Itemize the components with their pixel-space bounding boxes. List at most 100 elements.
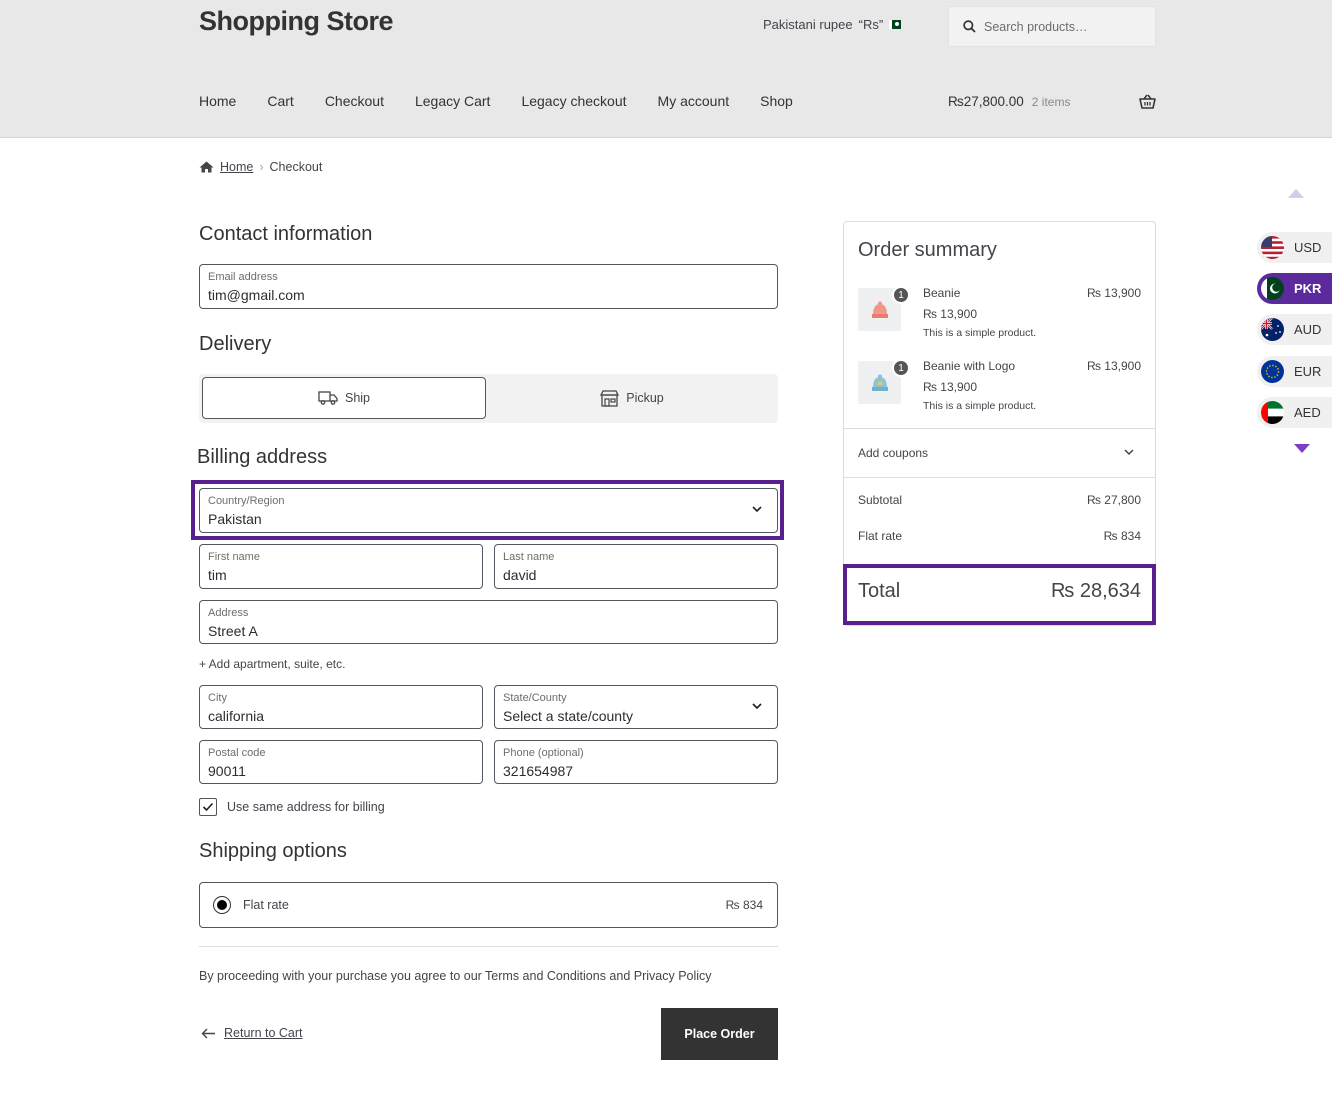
add-coupons-toggle[interactable]: Add coupons [858, 446, 1141, 460]
product-thumbnail: 1 [858, 286, 910, 331]
nav-my-account[interactable]: My account [658, 93, 730, 109]
same-address-checkbox[interactable] [199, 798, 217, 816]
site-title[interactable]: Shopping Store [199, 6, 393, 37]
item-name: Beanie with Logo [923, 359, 1016, 373]
breadcrumb-separator: › [259, 160, 264, 174]
add-apartment-link[interactable]: + Add apartment, suite, etc. [199, 657, 345, 671]
city-label: City [208, 692, 227, 704]
pakistan-flag-icon [889, 20, 902, 29]
currency-usd[interactable]: USD [1257, 232, 1332, 263]
last-name-value[interactable]: david [503, 565, 768, 585]
beanie-icon [871, 301, 888, 318]
contact-heading: Contact information [199, 223, 373, 245]
item-description: This is a simple product. [923, 327, 1037, 339]
same-address-label[interactable]: Use same address for billing [227, 800, 385, 814]
checkmark-icon [202, 802, 214, 812]
cart-count: 2 items [1031, 94, 1071, 109]
state-select[interactable]: State/County Select a state/county [494, 685, 778, 729]
quantity-badge: 1 [892, 286, 910, 304]
breadcrumb-home[interactable]: Home [220, 160, 253, 174]
search-icon [963, 20, 976, 33]
terms-text: By proceeding with your purchase you agr… [199, 969, 712, 983]
pakistan-flag-icon [1261, 277, 1284, 300]
pickup-option-button[interactable]: Pickup [489, 377, 775, 419]
place-order-button[interactable]: Place Order [661, 1008, 778, 1060]
home-icon [199, 161, 214, 173]
city-value[interactable]: california [208, 706, 473, 726]
beanie-logo-icon [871, 374, 888, 391]
order-item: 1 Beanie with Logo ₨ 13,900 This is a si… [858, 355, 1141, 421]
main-nav: Home Cart Checkout Legacy Cart Legacy ch… [199, 93, 824, 109]
quantity-badge: 1 [892, 359, 910, 377]
address-value[interactable]: Street A [208, 621, 768, 641]
total-label: Total [858, 580, 901, 602]
nav-shop[interactable]: Shop [760, 93, 793, 109]
nav-home[interactable]: Home [199, 93, 236, 109]
flat-rate-radio[interactable] [213, 896, 231, 914]
divider [199, 946, 778, 947]
return-to-cart-link[interactable]: Return to Cart [201, 1026, 303, 1040]
currency-aed[interactable]: AED [1257, 397, 1332, 428]
nav-legacy-checkout[interactable]: Legacy checkout [521, 93, 626, 109]
postal-code-value[interactable]: 90011 [208, 761, 473, 781]
breadcrumb-current: Checkout [269, 160, 323, 174]
summary-divider [844, 477, 1155, 478]
email-value[interactable]: tim@gmail.com [208, 285, 768, 305]
state-value: Select a state/county [503, 708, 633, 724]
basket-icon[interactable] [1139, 94, 1156, 109]
cart-amount: ₨27,800.00 [948, 94, 1024, 109]
flat-rate-row: Flat rate ₨ 834 [858, 529, 1141, 543]
address-field[interactable]: Address Street A [199, 600, 778, 644]
phone-value[interactable]: 321654987 [503, 761, 768, 781]
state-label: State/County [503, 692, 567, 704]
search-input[interactable] [984, 19, 1144, 34]
chevron-down-icon [752, 703, 762, 710]
currency-code: PKR [1294, 281, 1322, 296]
currency-pkr[interactable]: PKR [1257, 273, 1332, 304]
shipping-heading: Shipping options [199, 840, 347, 862]
currency-scroll-down-icon[interactable] [1294, 444, 1310, 453]
currency-name: Pakistani rupee [763, 17, 853, 32]
flat-rate-label: Flat rate [243, 898, 289, 912]
last-name-label: Last name [503, 551, 555, 563]
australia-flag-icon [1261, 318, 1284, 341]
total-value: ₨ 28,634 [1050, 580, 1141, 602]
nav-cart[interactable]: Cart [267, 93, 293, 109]
us-flag-icon [1261, 236, 1284, 259]
city-field[interactable]: City california [199, 685, 483, 729]
currency-symbol: “Rs” [858, 17, 884, 32]
currency-aud[interactable]: AUD [1257, 314, 1332, 345]
currency-code: AUD [1294, 322, 1322, 337]
first-name-value[interactable]: tim [208, 565, 473, 585]
chevron-down-icon [1124, 449, 1134, 456]
ship-option-button[interactable]: Ship [202, 377, 486, 419]
email-field[interactable]: Email address tim@gmail.com [199, 264, 778, 309]
item-line-total: ₨ 13,900 [1086, 286, 1141, 300]
ship-label: Ship [344, 391, 371, 405]
item-line-total: ₨ 13,900 [1086, 359, 1141, 373]
breadcrumb: Home › Checkout [199, 160, 322, 174]
summary-divider [844, 428, 1155, 429]
currency-scroll-up-icon[interactable] [1288, 189, 1304, 198]
header-cart[interactable]: ₨27,800.00 2 items [948, 94, 1070, 109]
uae-flag-icon [1261, 401, 1284, 424]
country-select[interactable]: Country/Region Pakistan [199, 488, 778, 533]
flat-rate-price: ₨ 834 [725, 898, 763, 912]
last-name-field[interactable]: Last name david [494, 544, 778, 589]
nav-checkout[interactable]: Checkout [325, 93, 384, 109]
first-name-field[interactable]: First name tim [199, 544, 483, 589]
search-box[interactable] [948, 6, 1156, 47]
order-item: 1 Beanie ₨ 13,900 This is a simple produ… [858, 282, 1141, 348]
truck-icon [318, 391, 338, 405]
first-name-label: First name [208, 551, 260, 563]
product-thumbnail: 1 [858, 359, 910, 404]
currency-eur[interactable]: EUR [1257, 356, 1332, 387]
nav-legacy-cart[interactable]: Legacy Cart [415, 93, 490, 109]
add-coupons-label: Add coupons [858, 446, 929, 460]
phone-field[interactable]: Phone (optional) 321654987 [494, 740, 778, 784]
flat-rate-option[interactable]: Flat rate ₨ 834 [199, 882, 778, 928]
postal-code-field[interactable]: Postal code 90011 [199, 740, 483, 784]
subtotal-label: Subtotal [858, 493, 903, 507]
subtotal-row: Subtotal ₨ 27,800 [858, 493, 1141, 507]
total-row: Total ₨ 28,634 [858, 580, 1141, 603]
